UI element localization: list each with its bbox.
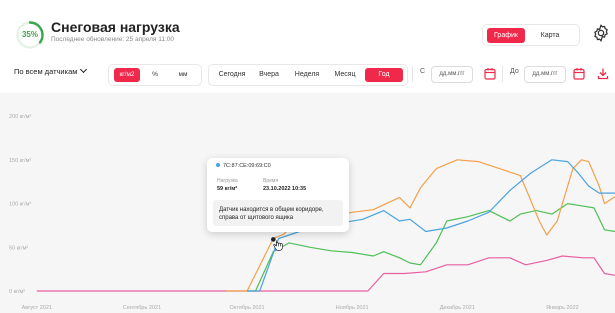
x-tick-label: Октябрь 2021 (230, 305, 265, 311)
tooltip-note: Датчик находится в общем коридоре, справ… (213, 200, 343, 226)
y-tick-label: 0 кг/м² (9, 289, 25, 295)
divider (412, 66, 413, 82)
y-tick-label: 100 кг/м² (9, 202, 31, 208)
y-tick-label: 200 кг/м² (9, 114, 31, 120)
period-week-button[interactable]: Неделя (290, 68, 324, 82)
tooltip-time-header: Время (263, 178, 279, 184)
unit-toggle: кг/м2 % мм (108, 64, 202, 86)
tooltip-note-text: Датчик находится в общем коридоре, справ… (219, 207, 324, 221)
tooltip-sensor-id-text: 7C:87:CE:09:69:C0 (223, 163, 271, 169)
y-tick-label: 150 кг/м² (9, 158, 31, 164)
tab-map[interactable]: Карта (531, 28, 569, 43)
series-dot-icon (216, 162, 220, 167)
series-line[interactable] (36, 255, 615, 292)
view-toggle: График Карта (482, 24, 580, 46)
tooltip-sensor-id: 7C:87:CE:09:69:C0 (216, 162, 271, 169)
last-update-text: Последнее обновление: 25 апреля 11:00 (51, 36, 175, 43)
tooltip-load-value: 59 кг/м² (217, 186, 238, 192)
unit-mm-button[interactable]: мм (173, 68, 193, 82)
date-to-input[interactable]: дд.мм.ггг (524, 66, 566, 83)
calendar-icon[interactable] (484, 67, 496, 80)
chart-tooltip: 7C:87:CE:09:69:C0 Нагрузка Время 59 кг/м… (207, 158, 349, 232)
date-from-input[interactable]: дд.мм.ггг (431, 66, 473, 83)
unit-percent-button[interactable]: % (147, 68, 163, 82)
date-to-label: До (510, 68, 519, 75)
sensor-select-label: По всем датчикам (14, 67, 78, 76)
download-icon[interactable] (597, 67, 609, 80)
x-tick-label: Ноябрь 2021 (336, 305, 369, 311)
calendar-icon[interactable] (573, 67, 585, 80)
sensor-select[interactable]: По всем датчикам (14, 65, 88, 76)
period-yesterday-button[interactable]: Вчера (255, 68, 283, 82)
x-tick-label: Сентябрь 2021 (123, 305, 161, 311)
period-month-button[interactable]: Месяц (329, 68, 361, 82)
chevron-down-icon (80, 65, 88, 74)
gauge-percent: 35% (21, 30, 38, 39)
tooltip-time-value: 23.10.2022 10:35 (263, 186, 307, 192)
gear-icon[interactable] (591, 23, 611, 43)
y-tick-label: 50 кг/м² (9, 245, 28, 251)
page-title: Снеговая нагрузка (51, 19, 180, 35)
x-tick-label: Январь 2022 (546, 305, 579, 311)
hover-point[interactable] (271, 237, 276, 242)
tab-graph[interactable]: График (487, 28, 525, 43)
load-gauge: 35% (15, 20, 45, 50)
tooltip-load-header: Нагрузка (217, 178, 238, 184)
filter-toolbar: По всем датчикам кг/м2 % мм Сегодня Вчер… (0, 62, 615, 86)
divider (502, 66, 503, 82)
x-tick-label: Декабрь 2021 (440, 305, 475, 311)
date-from-label: С (420, 68, 426, 75)
period-today-button[interactable]: Сегодня (214, 68, 250, 82)
unit-kg-m2-button[interactable]: кг/м2 (114, 68, 140, 82)
period-year-button[interactable]: Год (365, 68, 403, 82)
period-toggle: Сегодня Вчера Неделя Месяц Год (208, 64, 408, 86)
x-tick-label: Август 2021 (22, 305, 52, 311)
page-header: 35% Снеговая нагрузка Последнее обновлен… (0, 0, 615, 56)
